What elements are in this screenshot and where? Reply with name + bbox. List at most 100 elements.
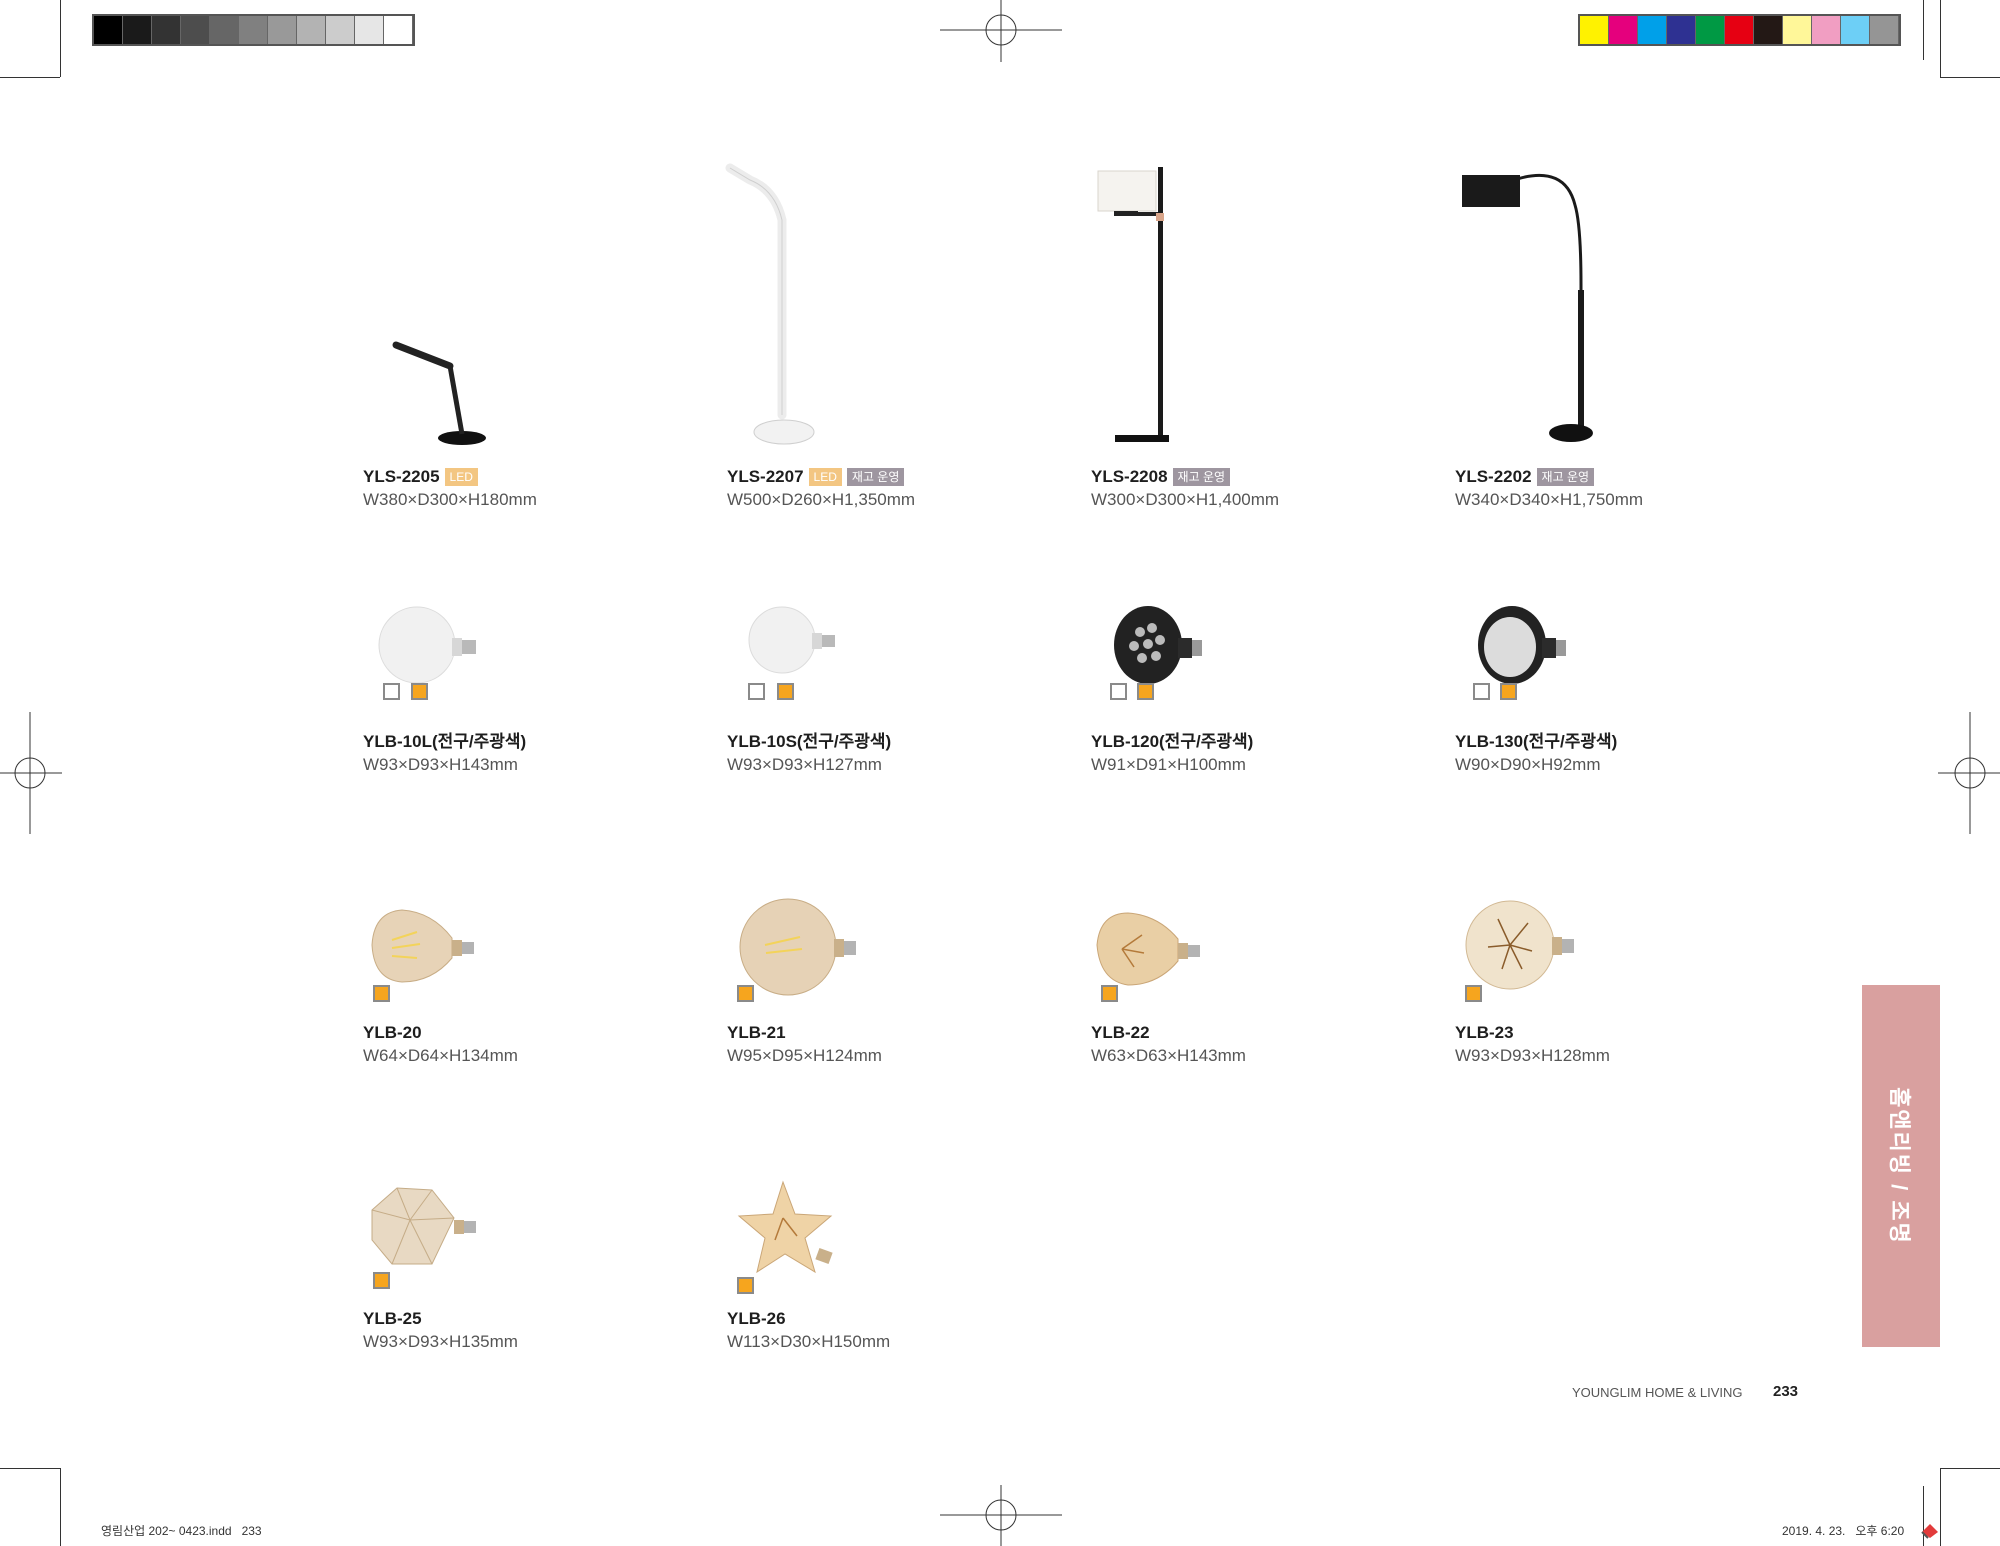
product-dimensions: W380×D300×H180mm (363, 490, 537, 509)
product-name-row: YLB-26 (727, 1309, 1057, 1329)
product-name-row: YLB-21 (727, 1023, 1057, 1043)
led-badge: LED (444, 468, 478, 486)
product-dimensions: W93×D93×H135mm (363, 1332, 518, 1351)
color-swatch (1667, 16, 1696, 44)
led-badge: LED (808, 468, 842, 486)
gray-swatch (326, 16, 355, 44)
registration-mark-left (0, 712, 62, 834)
product-name-row: YLB-22 (1091, 1023, 1421, 1043)
gray-swatch (239, 16, 268, 44)
product-name: YLB-10L(전구/주광색) (363, 732, 527, 751)
product-name-row: YLS-2202 재고 운영 (1455, 467, 1785, 487)
product-name: YLB-120(전구/주광색) (1091, 732, 1254, 751)
product-dimensions: W90×D90×H92mm (1455, 755, 1601, 774)
gray-swatch (268, 16, 297, 44)
gray-swatch (181, 16, 210, 44)
product-dimensions: W300×D300×H1,400mm (1091, 490, 1280, 509)
product-name-row: YLB-130(전구/주광색) (1455, 727, 1785, 752)
brand-name: YOUNGLIM HOME & LIVING (1572, 1385, 1743, 1400)
color-swatch (1783, 16, 1812, 44)
product-card: YLS-2202 재고 운영 W340×D340×H1,750mm (1455, 467, 1785, 510)
product-card: YLS-2207 LED 재고 운영 W500×D260×H1,350mm (727, 467, 1057, 510)
stock-badge: 재고 운영 (1172, 468, 1231, 486)
product-card: YLB-120(전구/주광색) W91×D91×H100mm (1091, 727, 1421, 775)
brand-footer: YOUNGLIM HOME & LIVING (1572, 1385, 1742, 1400)
product-name: YLB-130(전구/주광색) (1455, 732, 1618, 751)
diamond-bulb-image (371, 1187, 476, 1265)
color-swatch (1812, 16, 1841, 44)
product-card: YLB-25 W93×D93×H135mm (363, 1309, 693, 1352)
product-dimensions: W63×D63×H143mm (1091, 1046, 1246, 1065)
section-side-tab: 홈앤리빙 / 조명 (1862, 985, 1940, 1347)
grayscale-bar (92, 14, 415, 46)
registration-mark-right (1938, 712, 2000, 834)
product-name-row: YLS-2207 LED 재고 운영 (727, 467, 1057, 487)
product-card: YLB-10L(전구/주광색) W93×D93×H143mm (363, 727, 693, 775)
product-name: YLB-10S(전구/주광색) (727, 732, 892, 751)
product-card: YLB-23 W93×D93×H128mm (1455, 1023, 1785, 1066)
product-card: YLB-22 W63×D63×H143mm (1091, 1023, 1421, 1066)
product-dimensions: W113×D30×H150mm (727, 1332, 891, 1351)
color-swatch (1841, 16, 1870, 44)
stock-badge: 재고 운영 (846, 468, 905, 486)
product-name-row: YLS-2205 LED (363, 467, 693, 487)
color-swatch (1754, 16, 1783, 44)
registration-mark-bottom (940, 1485, 1062, 1546)
color-swatch (1638, 16, 1667, 44)
product-dimensions: W500×D260×H1,350mm (727, 490, 916, 509)
color-swatch (1580, 16, 1609, 44)
product-name: YLB-23 (1455, 1023, 1514, 1042)
print-timestamp: 2019. 4. 23. 오후 6:20 (1782, 1524, 1905, 1538)
page-number: 233 (1773, 1383, 1799, 1400)
product-card: YLS-2208 재고 운영 W300×D300×H1,400mm (1091, 467, 1421, 510)
page-corner-icon (1921, 1524, 1938, 1539)
white-floor-lamp-image (725, 163, 815, 445)
product-name: YLS-2207 (727, 467, 804, 486)
color-swatch (1725, 16, 1754, 44)
product-name-row: YLB-120(전구/주광색) (1091, 727, 1421, 752)
gray-swatch (123, 16, 152, 44)
product-card: YLS-2205 LED W380×D300×H180mm (363, 467, 693, 510)
product-name: YLB-25 (363, 1309, 422, 1328)
product-card: YLB-21 W95×D95×H124mm (727, 1023, 1057, 1066)
product-dimensions: W93×D93×H127mm (727, 755, 882, 774)
gray-swatch (355, 16, 384, 44)
gray-swatch (152, 16, 181, 44)
color-swatch (1609, 16, 1638, 44)
product-card: YLB-130(전구/주광색) W90×D90×H92mm (1455, 727, 1785, 775)
section-side-tab-label: 홈앤리빙 / 조명 (1887, 1087, 1912, 1245)
product-card: YLB-10S(전구/주광색) W93×D93×H127mm (727, 727, 1057, 775)
product-name-row: YLB-20 (363, 1023, 693, 1043)
desk-lamp-image (392, 341, 486, 445)
product-name: YLS-2202 (1455, 467, 1532, 486)
product-name: YLB-21 (727, 1023, 786, 1042)
star-bulb-image (737, 1180, 833, 1274)
file-info: 영림산업 202~ 0423.indd 233 (101, 1524, 262, 1538)
product-dimensions: W91×D91×H100mm (1091, 755, 1246, 774)
gray-swatch (384, 16, 413, 44)
product-name: YLB-22 (1091, 1023, 1150, 1042)
shade-floor-lamp-image (1097, 167, 1169, 442)
arc-floor-lamp-image (1462, 173, 1593, 442)
product-card: YLB-20 W64×D64×H134mm (363, 1023, 693, 1066)
color-swatch (1696, 16, 1725, 44)
product-name: YLB-26 (727, 1309, 786, 1328)
product-name-row: YLS-2208 재고 운영 (1091, 467, 1421, 487)
stock-badge: 재고 운영 (1536, 468, 1595, 486)
product-dimensions: W93×D93×H143mm (363, 755, 518, 774)
product-dimensions: W95×D95×H124mm (727, 1046, 882, 1065)
product-name-row: YLB-10S(전구/주광색) (727, 727, 1057, 752)
product-dimensions: W93×D93×H128mm (1455, 1046, 1610, 1065)
product-card: YLB-26 W113×D30×H150mm (727, 1309, 1057, 1352)
product-name-row: YLB-23 (1455, 1023, 1785, 1043)
gray-swatch (94, 16, 123, 44)
gray-swatch (210, 16, 239, 44)
gray-swatch (297, 16, 326, 44)
registration-mark-top (940, 0, 1062, 62)
color-bar (1578, 14, 1901, 46)
color-swatch (1870, 16, 1899, 44)
product-name: YLS-2205 (363, 467, 440, 486)
product-name: YLB-20 (363, 1023, 422, 1042)
product-dimensions: W64×D64×H134mm (363, 1046, 518, 1065)
product-name-row: YLB-25 (363, 1309, 693, 1329)
